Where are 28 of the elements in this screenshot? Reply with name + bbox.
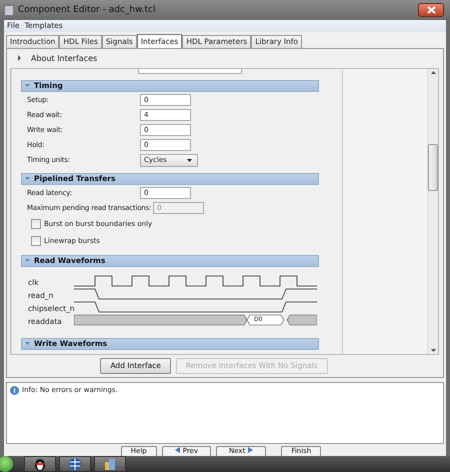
- caret-icon: [187, 158, 192, 162]
- scroll-thumb[interactable]: [428, 144, 438, 191]
- expand-icon: [25, 83, 30, 88]
- info-icon: [10, 386, 19, 395]
- scroll-up-icon: [430, 70, 436, 74]
- expand-icon: [25, 341, 30, 346]
- expand-icon: [25, 258, 30, 264]
- scroll-down-icon: [430, 348, 436, 352]
- expand-icon: [17, 55, 22, 62]
- checkbox[interactable]: [31, 219, 41, 230]
- checkbox[interactable]: [31, 236, 41, 246]
- close-button[interactable]: [418, 3, 444, 17]
- scrollbar[interactable]: [427, 68, 438, 354]
- taskbar-button[interactable]: [94, 456, 126, 472]
- taskbar-button[interactable]: [24, 456, 56, 472]
- penguin-icon: [33, 457, 47, 471]
- window-title: Component Editor - adc_hw.tcl: [18, 5, 156, 15]
- close-icon: [426, 6, 436, 14]
- left-arrow-icon: [174, 447, 180, 453]
- app-icon: [4, 4, 14, 16]
- start-button[interactable]: [0, 456, 13, 472]
- window-stack-icon: [103, 457, 117, 471]
- right-arrow-icon: [248, 447, 254, 453]
- about-expander[interactable]: About Interfaces: [7, 48, 443, 68]
- input-field[interactable]: [138, 68, 242, 74]
- globe-icon: [68, 457, 82, 471]
- taskbar-button[interactable]: [59, 456, 91, 472]
- expand-icon: [25, 176, 30, 182]
